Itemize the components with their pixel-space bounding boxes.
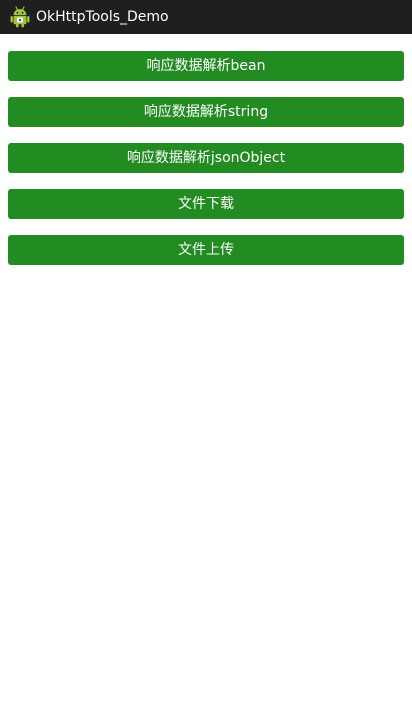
parse-jsonobject-button[interactable]: 响应数据解析jsonObject — [8, 143, 404, 173]
parse-string-button[interactable]: 响应数据解析string — [8, 97, 404, 127]
file-upload-button[interactable]: 文件上传 — [8, 235, 404, 265]
app-title: OkHttpTools_Demo — [36, 9, 169, 25]
file-download-button[interactable]: 文件下载 — [8, 189, 404, 219]
action-bar: OkHttpTools_Demo — [0, 0, 412, 34]
parse-bean-button[interactable]: 响应数据解析bean — [8, 51, 404, 81]
app-window: OkHttpTools_Demo 响应数据解析bean 响应数据解析string… — [0, 0, 412, 711]
android-robot-icon — [10, 6, 30, 28]
main-content: 响应数据解析bean 响应数据解析string 响应数据解析jsonObject… — [0, 34, 412, 711]
